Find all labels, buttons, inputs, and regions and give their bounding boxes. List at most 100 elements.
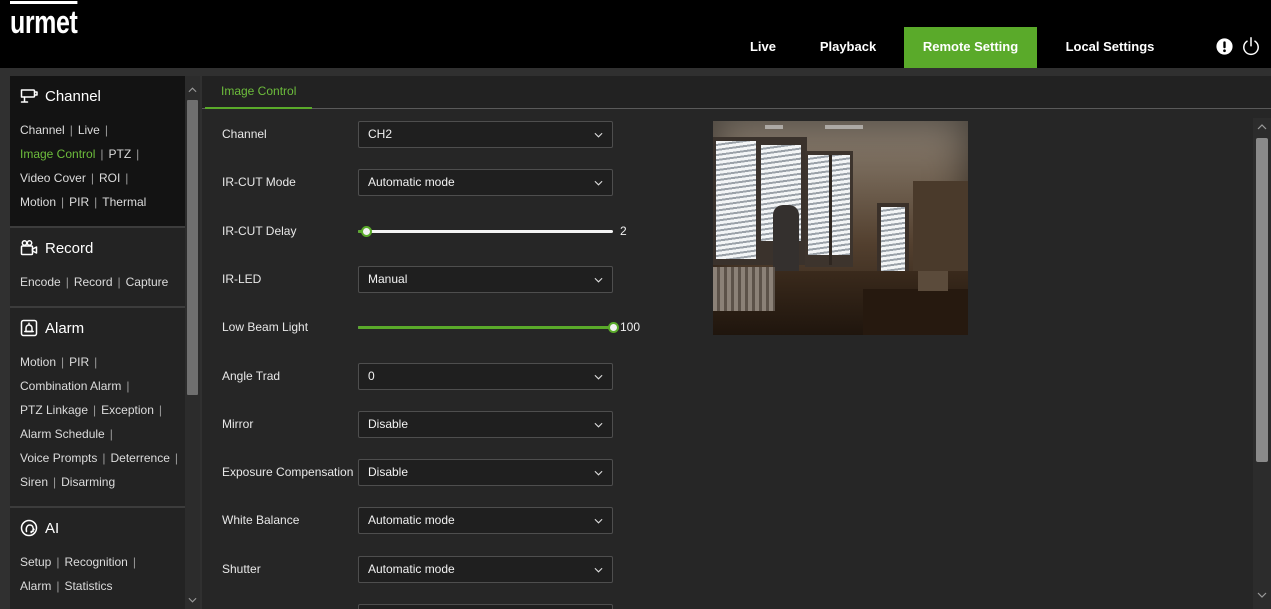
sidebar-header-record[interactable]: Record — [20, 236, 185, 260]
sidebar-section-ai: AI Setup | Recognition | Alarm | Statistics — [10, 508, 185, 609]
preview-monitor — [918, 271, 948, 291]
ir-led-select[interactable]: Manual — [358, 265, 613, 293]
sidebar-row: Motion | PIR | Thermal — [20, 190, 185, 214]
mirror-select[interactable]: Disable — [358, 410, 613, 438]
record-icon — [20, 239, 38, 257]
sidebar-header-ai[interactable]: AI — [20, 516, 185, 540]
nav-live[interactable]: Live — [731, 27, 795, 68]
chevron-up-icon[interactable] — [188, 87, 197, 93]
sidebar-link-channel-channel[interactable]: Channel — [20, 123, 65, 137]
main-nav: Live Playback Remote Setting Local Settings — [0, 27, 1200, 68]
sidebar: Channel Channel | Live | Image Control | PTZ | Vi… — [10, 76, 200, 609]
form-row-white-balance: White Balance Automatic mode — [222, 507, 692, 535]
row-11-select[interactable] — [358, 604, 613, 609]
sidebar-link-alarm-voice-prompts[interactable]: Voice Prompts — [20, 451, 97, 465]
preview-window-blinds — [716, 141, 756, 259]
preview-window-bar — [829, 155, 832, 265]
slider-track — [358, 225, 613, 237]
ir-cut-mode-select[interactable]: Automatic mode — [358, 169, 613, 197]
white-balance-select[interactable]: Automatic mode — [358, 507, 613, 535]
form-row-angle-trad: Angle Trad 0 — [222, 362, 692, 390]
sidebar-links-record: Encode | Record | Capture — [20, 270, 185, 294]
sidebar-link-channel-live[interactable]: Live — [78, 123, 100, 137]
sidebar-title-record: Record — [45, 239, 94, 257]
form-row-exposure-compensation: Exposure Compensation Disable — [222, 459, 692, 487]
separator: | — [56, 555, 60, 569]
chevron-down-icon[interactable] — [1257, 592, 1267, 598]
sidebar-link-ai-setup[interactable]: Setup — [20, 555, 51, 569]
sidebar-link-alarm-siren[interactable]: Siren — [20, 475, 48, 489]
chevron-down-icon — [594, 180, 603, 186]
separator: | — [100, 147, 104, 161]
preview-osd-mark — [825, 125, 863, 129]
power-icon[interactable] — [1241, 36, 1261, 56]
sidebar-links-ai: Setup | Recognition | Alarm | Statistics — [20, 550, 185, 598]
sidebar-link-ai-recognition[interactable]: Recognition — [64, 555, 127, 569]
separator: | — [94, 355, 98, 369]
exposure-compensation-select[interactable]: Disable — [358, 459, 613, 487]
slider-value: 2 — [620, 223, 627, 238]
sidebar-link-record-record[interactable]: Record — [74, 275, 113, 289]
sidebar-link-channel-thermal[interactable]: Thermal — [102, 195, 146, 209]
sidebar-link-channel-pir[interactable]: PIR — [69, 195, 89, 209]
preview-wall-cabinet — [913, 181, 968, 281]
low-beam-light-slider[interactable]: 100 — [358, 314, 658, 341]
sidebar-row: Image Control | PTZ | — [20, 142, 185, 166]
sidebar-scrollbar[interactable] — [185, 76, 200, 609]
sidebar-row: Alarm Schedule | — [20, 422, 185, 446]
sidebar-link-record-capture[interactable]: Capture — [126, 275, 169, 289]
separator: | — [94, 195, 98, 209]
sidebar-link-channel-motion[interactable]: Motion — [20, 195, 56, 209]
main-panel: Image Control Channel CH2 IR-CUT Mode Autom… — [202, 76, 1271, 609]
nav-local-settings[interactable]: Local Settings — [1046, 27, 1174, 68]
sidebar-row: Setup | Recognition | — [20, 550, 185, 574]
sidebar-link-alarm-exception[interactable]: Exception — [101, 403, 154, 417]
sidebar-link-channel-image-control[interactable]: Image Control — [20, 147, 95, 161]
main-scrollbar[interactable] — [1253, 118, 1271, 609]
chevron-down-icon — [594, 518, 603, 524]
slider-knob[interactable] — [608, 322, 619, 334]
nav-playback[interactable]: Playback — [801, 27, 895, 68]
sidebar-link-alarm-combination-alarm[interactable]: Combination Alarm — [20, 379, 121, 393]
tab-image-control[interactable]: Image Control — [205, 76, 313, 109]
sidebar-link-alarm-deterrence[interactable]: Deterrence — [111, 451, 170, 465]
shutter-select[interactable]: Automatic mode — [358, 555, 613, 583]
sidebar-link-ai-alarm[interactable]: Alarm — [20, 579, 51, 593]
sidebar-link-alarm-ptz-linkage[interactable]: PTZ Linkage — [20, 403, 88, 417]
separator: | — [53, 475, 57, 489]
separator: | — [61, 195, 65, 209]
sidebar-link-ai-statistics[interactable]: Statistics — [64, 579, 112, 593]
chevron-down-icon — [594, 132, 603, 138]
sidebar-link-record-encode[interactable]: Encode — [20, 275, 61, 289]
sidebar-link-channel-roi[interactable]: ROI — [99, 171, 120, 185]
sidebar-header-alarm[interactable]: Alarm — [20, 316, 185, 340]
sidebar-link-alarm-pir[interactable]: PIR — [69, 355, 89, 369]
form-label-ir-cut-delay: IR-CUT Delay — [222, 223, 297, 238]
slider-knob[interactable] — [360, 225, 372, 237]
ir-cut-delay-slider[interactable]: 2 — [358, 218, 658, 245]
channel-select[interactable]: CH2 — [358, 121, 613, 148]
select-value: Automatic mode — [368, 513, 455, 528]
sidebar-link-alarm-alarm-schedule[interactable]: Alarm Schedule — [20, 427, 105, 441]
angle-trad-select[interactable]: 0 — [358, 362, 613, 390]
tab-bar: Image Control — [202, 76, 1271, 109]
sidebar-link-channel-ptz[interactable]: PTZ — [109, 147, 132, 161]
scrollbar-thumb[interactable] — [1256, 138, 1268, 462]
form-label-ir-cut-mode: IR-CUT Mode — [222, 175, 296, 190]
separator: | — [174, 451, 178, 465]
scrollbar-thumb[interactable] — [187, 100, 198, 395]
nav-remote-setting[interactable]: Remote Setting — [904, 27, 1037, 68]
separator: | — [69, 123, 73, 137]
chevron-down-icon[interactable] — [188, 597, 197, 603]
sidebar-row: Combination Alarm | — [20, 374, 185, 398]
sidebar-header-channel[interactable]: Channel — [20, 84, 185, 108]
separator: | — [93, 403, 97, 417]
sidebar-links-alarm: Motion | PIR | Combination Alarm | PTZ Linkage… — [20, 350, 185, 494]
sidebar-link-alarm-motion[interactable]: Motion — [20, 355, 56, 369]
alert-icon[interactable] — [1216, 38, 1233, 55]
chevron-up-icon[interactable] — [1257, 124, 1267, 130]
sidebar-links-channel: Channel | Live | Image Control | PTZ | Video Cov… — [20, 118, 185, 214]
sidebar-link-alarm-disarming[interactable]: Disarming — [61, 475, 115, 489]
chevron-down-icon — [594, 277, 603, 283]
sidebar-link-channel-video-cover[interactable]: Video Cover — [20, 171, 86, 185]
